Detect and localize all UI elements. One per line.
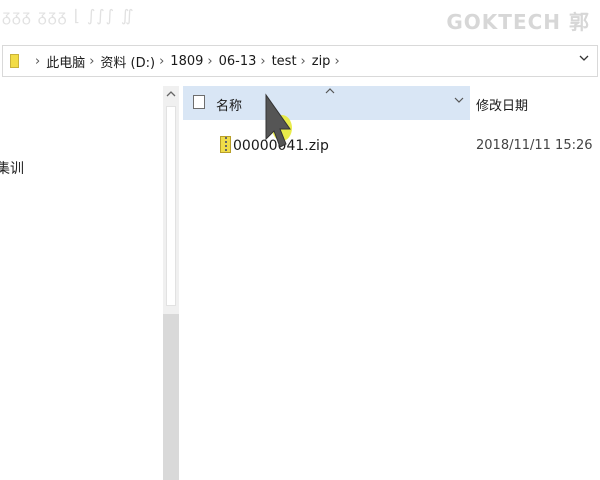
breadcrumb-item-drive-d[interactable]: 资料 (D:) xyxy=(100,52,155,71)
breadcrumb-separator[interactable]: › xyxy=(89,54,94,69)
file-modified-date: 2018/11/11 15:26 xyxy=(476,138,593,153)
sort-up-icon xyxy=(325,84,335,99)
chevron-down-icon[interactable] xyxy=(578,52,590,68)
breadcrumb-separator[interactable]: › xyxy=(159,54,164,69)
breadcrumb-separator[interactable]: › xyxy=(301,54,306,69)
scroll-up-icon[interactable] xyxy=(166,88,176,101)
column-label-name: 名称 xyxy=(216,99,243,114)
breadcrumb-item-06-13[interactable]: 06-13 xyxy=(219,54,257,69)
address-bar[interactable]: › 此电脑 › 资料 (D:) › 1809 › 06-13 › test › … xyxy=(2,45,598,77)
folder-icon xyxy=(10,54,19,68)
column-header-date[interactable]: 修改日期 xyxy=(476,95,528,114)
mouse-cursor-icon xyxy=(262,93,292,153)
select-all-checkbox[interactable] xyxy=(193,95,205,109)
file-row[interactable]: 00000041.zip 2018/11/11 15:26 xyxy=(183,130,600,160)
breadcrumb-item-zip[interactable]: zip xyxy=(312,54,331,69)
breadcrumb-item-test[interactable]: test xyxy=(272,54,297,69)
breadcrumb-separator[interactable]: › xyxy=(334,54,339,69)
chevron-down-icon[interactable] xyxy=(454,96,464,107)
breadcrumb: › 此电脑 › 资料 (D:) › 1809 › 06-13 › test › … xyxy=(31,46,346,76)
breadcrumb-separator[interactable]: › xyxy=(260,54,265,69)
nav-item-training[interactable]: 集训 xyxy=(0,158,24,178)
breadcrumb-separator[interactable]: › xyxy=(207,54,212,69)
watermark-left: ᵹᵹᵹ ᵹᵹᵹ ⌊ ∫∫∫ ∬ xyxy=(2,6,135,25)
breadcrumb-separator[interactable]: › xyxy=(35,54,40,69)
breadcrumb-item-1809[interactable]: 1809 xyxy=(170,54,203,69)
zip-file-icon xyxy=(220,136,231,153)
scrollbar-track[interactable] xyxy=(163,314,179,480)
watermark-right: GOKTECH 郭 xyxy=(446,10,590,34)
breadcrumb-item-this-pc[interactable]: 此电脑 xyxy=(46,52,85,71)
nav-scrollbar[interactable] xyxy=(163,86,179,480)
scrollbar-thumb[interactable] xyxy=(166,106,176,306)
column-header-name[interactable]: 名称 xyxy=(183,86,470,120)
